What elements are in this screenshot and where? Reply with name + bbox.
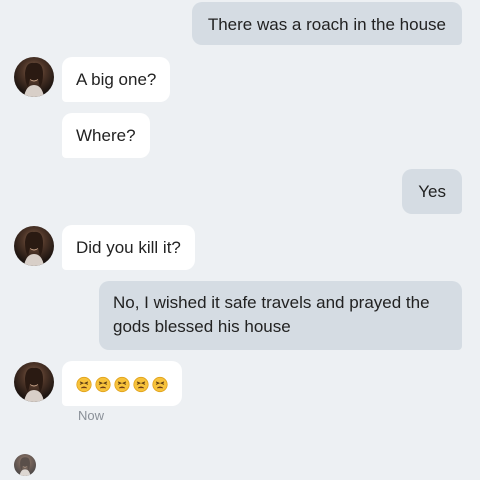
persevering-face-icon [95,376,111,393]
persevering-face-icon [76,376,92,393]
message-timestamp: Now [78,408,105,423]
person-portrait-icon [24,231,44,266]
person-portrait-icon [19,457,31,476]
contact-avatar[interactable] [14,226,54,266]
persevering-face-icon [114,376,130,393]
contact-avatar[interactable] [14,362,54,402]
message-text: Did you kill it? [76,238,181,257]
received-emoji-bubble[interactable] [62,361,182,406]
message-text: Yes [418,182,446,201]
sent-message-bubble[interactable]: Yes [402,169,462,214]
received-message-bubble[interactable]: A big one? [62,57,171,102]
received-message-bubble[interactable]: Did you kill it? [62,225,195,270]
contact-avatar[interactable] [14,57,54,97]
person-portrait-icon [24,367,44,402]
received-message-bubble[interactable]: Where? [62,113,150,158]
read-receipt-avatar [14,454,36,476]
message-text: A big one? [76,70,157,89]
persevering-face-icon [133,376,149,393]
message-text: No, I wished it safe travels and prayed … [113,293,430,336]
message-text: There was a roach in the house [207,15,446,34]
persevering-face-icon [152,376,168,393]
sent-message-bubble[interactable]: There was a roach in the house [191,2,462,45]
person-portrait-icon [24,62,44,97]
sent-message-bubble[interactable]: No, I wished it safe travels and prayed … [99,281,462,350]
message-text: Where? [76,126,136,145]
emoji-row [76,372,168,396]
